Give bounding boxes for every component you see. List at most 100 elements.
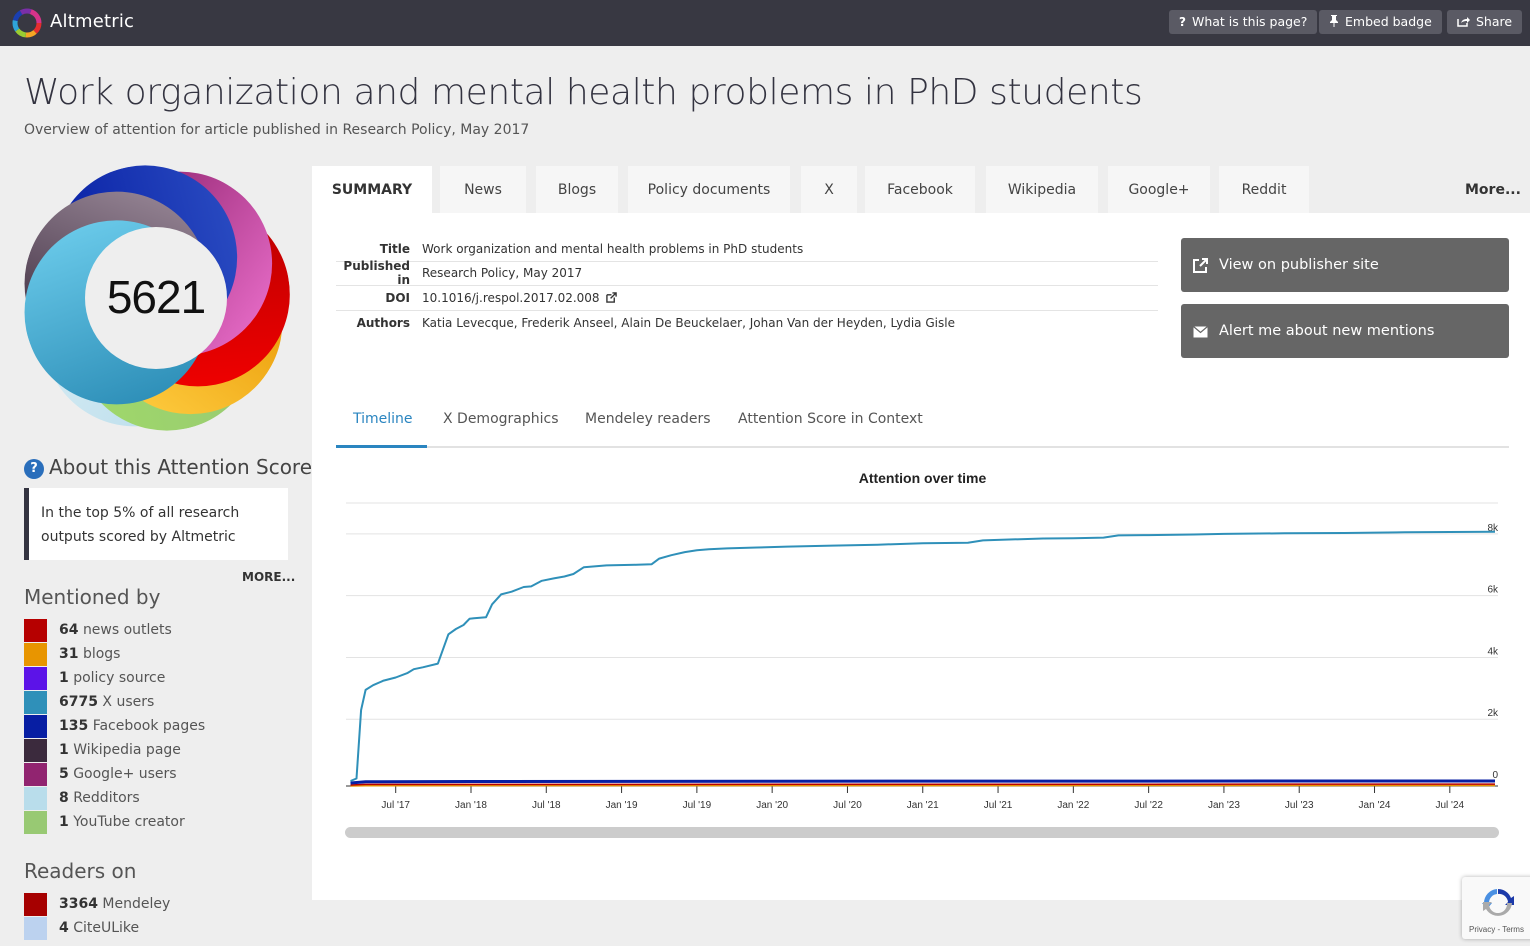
brand-name[interactable]: Altmetric: [50, 11, 134, 32]
mention-item-youtube[interactable]: 1 YouTube creator: [24, 810, 205, 834]
attention-timeline-chart[interactable]: 02k4k6k8kJul '17 Jan '18 Jul '18 Jan '19 Jul…: [336, 490, 1509, 820]
swatch-x: [24, 690, 47, 714]
subtab-attention-score-context[interactable]: Attention Score in Context: [738, 411, 923, 427]
reader-item-mendeley[interactable]: 3364 Mendeley: [24, 892, 170, 916]
meta-value: Work organization and mental health prob…: [422, 241, 804, 256]
alert-me-button[interactable]: Alert me about new mentions: [1181, 304, 1509, 358]
pin-icon: [1329, 10, 1339, 34]
swatch-facebook: [24, 714, 47, 738]
mention-item-blogs[interactable]: 31 blogs: [24, 642, 205, 666]
subtab-timeline[interactable]: Timeline: [353, 411, 413, 427]
swatch-news: [24, 618, 47, 642]
mention-item-reddit[interactable]: 8 Redditors: [24, 786, 205, 810]
x-tick-label: Jan '21: [907, 800, 939, 811]
top-bar: Altmetric ? What is this page? Embed badg…: [0, 0, 1530, 46]
mention-item-news[interactable]: 64 news outlets: [24, 618, 205, 642]
tab-facebook[interactable]: Facebook: [865, 166, 975, 213]
about-score-heading[interactable]: ? About this Attention Score: [24, 455, 312, 479]
x-tick-label: Jul '18: [532, 800, 561, 811]
score-context-box: In the top 5% of all research outputs sc…: [24, 488, 288, 560]
what-is-this-page-button[interactable]: ? What is this page?: [1169, 10, 1318, 34]
mention-label: blogs: [82, 646, 121, 662]
score-context-text: In the top 5% of all research outputs sc…: [41, 505, 240, 545]
doi-link[interactable]: 10.1016/j.respol.2017.02.008: [422, 291, 600, 305]
x-tick-label: Jan '24: [1359, 800, 1391, 811]
tabs-more-button[interactable]: More...: [1465, 166, 1521, 213]
x-tick-label: Jan '22: [1057, 800, 1089, 811]
x-tick-label: Jul '24: [1436, 800, 1465, 811]
subtab-mendeley-readers[interactable]: Mendeley readers: [585, 411, 711, 427]
series-line-news-outlets: [350, 783, 1496, 786]
mention-item-policy[interactable]: 1 policy source: [24, 666, 205, 690]
reader-count: 3364: [59, 896, 98, 912]
mention-count: 1: [59, 670, 69, 686]
tab-reddit[interactable]: Reddit: [1219, 166, 1309, 213]
swatch-googleplus: [24, 762, 47, 786]
external-link-icon: [1193, 258, 1208, 273]
mention-label: Wikipedia page: [73, 742, 181, 758]
what-is-this-page-label: What is this page?: [1191, 14, 1308, 29]
y-tick-label: 6k: [1487, 585, 1499, 596]
x-tick-label: Jul '19: [683, 800, 712, 811]
embed-badge-label: Embed badge: [1345, 14, 1432, 29]
tab-summary[interactable]: SUMMARY: [312, 166, 432, 213]
about-score-heading-text: About this Attention Score: [49, 455, 313, 479]
swatch-wikipedia: [24, 738, 47, 762]
mention-count: 64: [59, 622, 79, 638]
page-title: Work organization and mental health prob…: [24, 72, 1143, 113]
share-button[interactable]: Share: [1447, 10, 1523, 34]
meta-row-doi: DOI 10.1016/j.respol.2017.02.008: [336, 286, 1158, 311]
tab-googleplus[interactable]: Google+: [1108, 166, 1210, 213]
mention-item-x[interactable]: 6775 X users: [24, 690, 205, 714]
recaptcha-privacy-terms[interactable]: Privacy - Terms: [1469, 925, 1524, 934]
reader-count: 4: [59, 920, 69, 936]
question-icon: ?: [1179, 15, 1186, 29]
tab-policy-documents[interactable]: Policy documents: [628, 166, 790, 213]
mention-item-facebook[interactable]: 135 Facebook pages: [24, 714, 205, 738]
x-tick-label: Jan '18: [455, 800, 487, 811]
altmetric-logo-icon[interactable]: [12, 8, 42, 38]
x-tick-label: Jan '20: [756, 800, 788, 811]
x-tick-label: Jul '21: [984, 800, 1013, 811]
x-tick-label: Jul '22: [1134, 800, 1163, 811]
tab-x[interactable]: X: [801, 166, 857, 213]
score-more-link[interactable]: MORE...: [242, 570, 295, 584]
mention-item-wikipedia[interactable]: 1 Wikipedia page: [24, 738, 205, 762]
meta-row-authors: Authors Katia Levecque, Frederik Anseel,…: [336, 311, 1158, 336]
swatch-policy: [24, 666, 47, 690]
share-icon: [1457, 10, 1470, 34]
x-tick-label: Jul '17: [381, 800, 410, 811]
mention-label: news outlets: [82, 622, 172, 638]
reader-item-citeulike[interactable]: 4 CiteULike: [24, 916, 170, 940]
subtab-x-demographics[interactable]: X Demographics: [443, 411, 559, 427]
swatch-blogs: [24, 642, 47, 666]
mentioned-by-heading: Mentioned by: [24, 585, 161, 609]
chart-range-scrollbar[interactable]: [345, 827, 1499, 838]
readers-on-heading: Readers on: [24, 859, 137, 883]
mention-count: 135: [59, 718, 89, 734]
meta-key: Authors: [356, 315, 410, 330]
meta-key: Title: [379, 241, 410, 256]
mention-count: 1: [59, 742, 69, 758]
x-tick-label: Jan '23: [1208, 800, 1240, 811]
chart-title: Attention over time: [858, 470, 987, 486]
tab-wikipedia[interactable]: Wikipedia: [986, 166, 1098, 213]
mention-count: 8: [59, 790, 69, 806]
view-publisher-label: View on publisher site: [1219, 257, 1379, 273]
view-publisher-button[interactable]: View on publisher site: [1181, 238, 1509, 292]
mention-count: 6775: [59, 694, 98, 710]
recaptcha-icon: [1482, 889, 1514, 916]
external-link-icon[interactable]: [605, 291, 617, 303]
tab-news[interactable]: News: [440, 166, 526, 213]
mention-count: 5: [59, 766, 69, 782]
x-tick-label: Jul '20: [833, 800, 862, 811]
x-tick-label: Jan '19: [606, 800, 638, 811]
recaptcha-badge[interactable]: Privacy - Terms: [1462, 877, 1530, 939]
mention-label: Facebook pages: [92, 718, 206, 734]
mentioned-by-list: 64 news outlets 31 blogs 1 policy source…: [24, 618, 205, 834]
embed-badge-button[interactable]: Embed badge: [1319, 10, 1442, 34]
swatch-reddit: [24, 786, 47, 810]
tab-blogs[interactable]: Blogs: [536, 166, 618, 213]
mention-item-googleplus[interactable]: 5 Google+ users: [24, 762, 205, 786]
mention-count: 1: [59, 814, 69, 830]
